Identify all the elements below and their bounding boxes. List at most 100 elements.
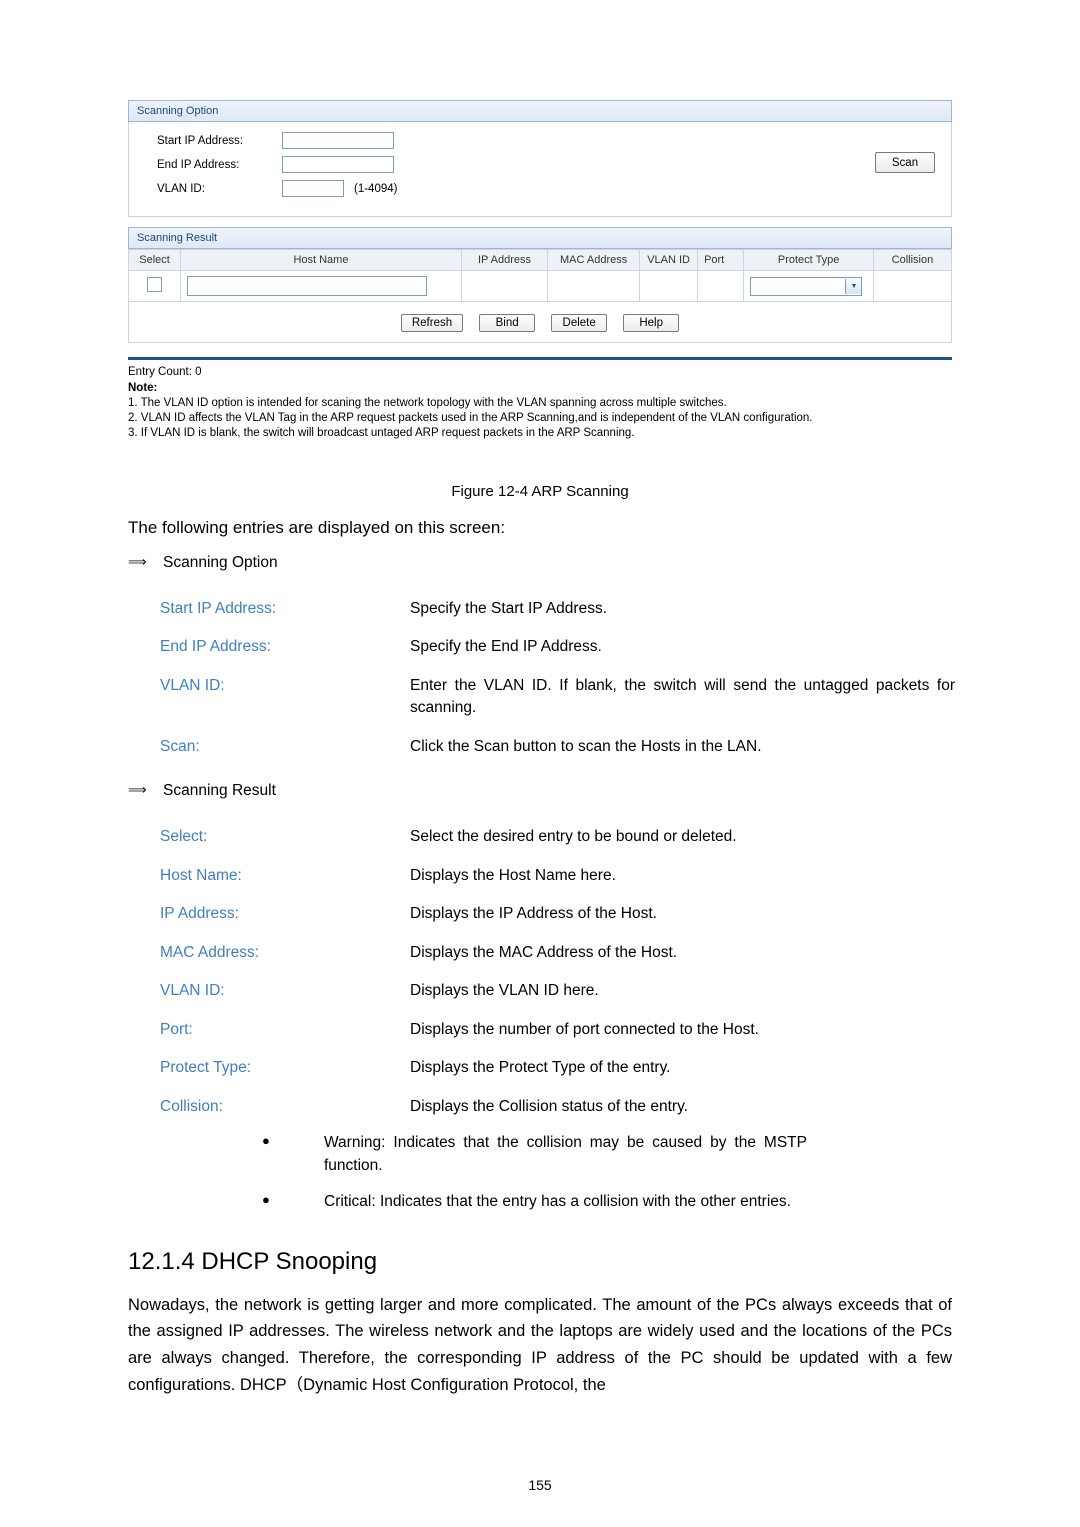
cell-ip-address bbox=[460, 270, 549, 302]
cell-mac-address bbox=[547, 270, 641, 302]
collision-sub-item-warning: ● Warning: Indicates that the collision … bbox=[250, 1132, 1080, 1177]
chevron-down-icon: ▼ bbox=[845, 278, 862, 294]
col-vlan-id: VLAN ID bbox=[639, 249, 699, 271]
scan-button[interactable]: Scan bbox=[875, 152, 935, 173]
def-term-protect-type: Protect Type: bbox=[160, 1059, 252, 1077]
cell-protect-type: ▼ bbox=[743, 270, 874, 302]
def-desc-ip-address: Displays the IP Address of the Host. bbox=[410, 905, 657, 923]
col-protect-type: Protect Type bbox=[743, 249, 874, 271]
note-item-1: 1. The VLAN ID option is intended for sc… bbox=[128, 397, 727, 409]
cell-host-name bbox=[180, 270, 462, 302]
table-row: ▼ bbox=[127, 270, 953, 302]
figure-caption: Figure 12-4 ARP Scanning bbox=[451, 483, 629, 500]
note-item-3: 3. If VLAN ID is blank, the switch will … bbox=[128, 427, 635, 439]
def-vlan-id-2: VLAN ID: Displays the VLAN ID here. bbox=[160, 964, 1080, 1002]
col-mac-address: MAC Address bbox=[547, 249, 641, 271]
note-title: Note: bbox=[128, 382, 158, 394]
page-number: 155 bbox=[528, 1477, 552, 1493]
cell-vlan-id bbox=[639, 270, 699, 302]
def-collision: Collision: Displays the Collision status… bbox=[160, 1080, 1080, 1118]
cell-port bbox=[697, 270, 745, 302]
delete-button[interactable]: Delete bbox=[551, 314, 608, 332]
entry-count: Entry Count: 0 bbox=[128, 366, 202, 378]
row-select-checkbox[interactable] bbox=[147, 277, 163, 292]
end-ip-input[interactable] bbox=[282, 156, 394, 173]
def-desc-protect-type: Displays the Protect Type of the entry. bbox=[410, 1059, 671, 1077]
group-scanning-option: ⟹ Scanning Option bbox=[128, 554, 1080, 572]
scanning-result-panel-title: Scanning Result bbox=[128, 227, 952, 249]
def-start-ip: Start IP Address: Specify the Start IP A… bbox=[160, 582, 1080, 620]
def-term-port: Port: bbox=[160, 1020, 193, 1038]
scanning-option-definitions: Start IP Address: Specify the Start IP A… bbox=[0, 582, 1080, 758]
end-ip-row: End IP Address: bbox=[157, 156, 951, 173]
def-mac-address: MAC Address: Displays the MAC Address of… bbox=[160, 926, 1080, 964]
collision-sub-list: ● Warning: Indicates that the collision … bbox=[250, 1132, 1080, 1213]
def-desc-port: Displays the number of port connected to… bbox=[410, 1020, 759, 1038]
arrow-bullet-icon-2: ⟹ bbox=[128, 782, 147, 798]
def-port: Port: Displays the number of port connec… bbox=[160, 1003, 1080, 1041]
collision-critical-text: Critical: Indicates that the entry has a… bbox=[324, 1193, 791, 1211]
refresh-button[interactable]: Refresh bbox=[400, 314, 464, 332]
start-ip-label: Start IP Address: bbox=[157, 134, 244, 147]
def-term-vlan-id-2: VLAN ID: bbox=[160, 982, 225, 1000]
def-select: Select: Select the desired entry to be b… bbox=[160, 810, 1080, 848]
def-host-name: Host Name: Displays the Host Name here. bbox=[160, 849, 1080, 887]
scanning-option-panel-body: Start IP Address: End IP Address: VLAN I… bbox=[128, 122, 952, 217]
collision-warning-text: Warning: Indicates that the collision ma… bbox=[324, 1134, 807, 1174]
help-button[interactable]: Help bbox=[623, 314, 680, 332]
group-scanning-option-label: Scanning Option bbox=[163, 554, 278, 571]
group-scanning-result-label: Scanning Result bbox=[163, 782, 276, 800]
def-vlan-id: VLAN ID: Enter the VLAN ID. If blank, th… bbox=[160, 659, 1080, 720]
def-desc-vlan-id: Enter the VLAN ID. If blank, the switch … bbox=[410, 676, 955, 717]
scanning-option-panel-title: Scanning Option bbox=[128, 100, 952, 122]
col-ip-address: IP Address bbox=[460, 249, 549, 271]
cell-select bbox=[127, 270, 182, 302]
vlan-id-input[interactable] bbox=[282, 180, 344, 197]
protect-type-select[interactable]: ▼ bbox=[750, 276, 863, 296]
def-desc-vlan-id-2: Displays the VLAN ID here. bbox=[410, 982, 599, 1000]
document-body: Figure 12-4 ARP Scanning The following e… bbox=[0, 465, 1080, 1398]
note-item-2: 2. VLAN ID affects the VLAN Tag in the A… bbox=[128, 412, 813, 424]
col-host-name: Host Name bbox=[180, 249, 462, 271]
def-end-ip: End IP Address: Specify the End IP Addre… bbox=[160, 620, 1080, 658]
cell-collision bbox=[872, 270, 953, 302]
bind-button[interactable]: Bind bbox=[479, 314, 536, 332]
def-term-scan: Scan: bbox=[160, 737, 200, 755]
divider bbox=[128, 357, 952, 360]
col-collision: Collision bbox=[872, 249, 953, 271]
start-ip-row: Start IP Address: bbox=[157, 132, 951, 149]
def-desc-host-name: Displays the Host Name here. bbox=[410, 866, 616, 884]
arrow-bullet-icon: ⟹ bbox=[128, 554, 147, 569]
def-desc-collision: Displays the Collision status of the ent… bbox=[410, 1097, 688, 1115]
group-scanning-result: ⟹ Scanning Result bbox=[128, 782, 1080, 800]
scanning-result-panel: Scanning Result Select Host Name IP Addr… bbox=[127, 227, 953, 343]
def-term-select: Select: bbox=[160, 828, 208, 846]
def-term-collision: Collision: bbox=[160, 1097, 223, 1115]
def-ip-address: IP Address: Displays the IP Address of t… bbox=[160, 887, 1080, 925]
def-protect-type: Protect Type: Displays the Protect Type … bbox=[160, 1041, 1080, 1079]
section-paragraph: Nowadays, the network is getting larger … bbox=[128, 1295, 952, 1394]
section-heading: 12.1.4 DHCP Snooping bbox=[128, 1247, 378, 1275]
def-term-host-name: Host Name: bbox=[160, 866, 242, 884]
def-scan: Scan: Click the Scan button to scan the … bbox=[160, 720, 1080, 758]
table-header-row: Select Host Name IP Address MAC Address … bbox=[127, 249, 953, 271]
collision-sub-item-critical: ● Critical: Indicates that the entry has… bbox=[250, 1191, 1080, 1213]
col-select: Select bbox=[127, 249, 182, 271]
vlan-id-range-hint: (1-4094) bbox=[354, 182, 398, 195]
bullet-dot-icon: ● bbox=[262, 1133, 270, 1149]
host-name-input[interactable] bbox=[187, 276, 428, 296]
def-term-vlan-id: VLAN ID: bbox=[160, 676, 225, 694]
start-ip-input[interactable] bbox=[282, 132, 394, 149]
end-ip-label: End IP Address: bbox=[157, 158, 240, 171]
def-term-mac-address: MAC Address: bbox=[160, 943, 260, 961]
def-term-end-ip: End IP Address: bbox=[160, 638, 271, 656]
scanning-result-table: Select Host Name IP Address MAC Address … bbox=[127, 249, 953, 302]
vlan-id-label: VLAN ID: bbox=[157, 182, 205, 195]
def-desc-select: Select the desired entry to be bound or … bbox=[410, 828, 737, 846]
lead-text: The following entries are displayed on t… bbox=[128, 518, 506, 537]
def-desc-start-ip: Specify the Start IP Address. bbox=[410, 600, 608, 617]
def-desc-mac-address: Displays the MAC Address of the Host. bbox=[410, 943, 678, 961]
def-term-ip-address: IP Address: bbox=[160, 905, 239, 923]
def-desc-end-ip: Specify the End IP Address. bbox=[410, 638, 602, 656]
arp-scanning-screenshot: Scanning Option Start IP Address: End IP… bbox=[127, 100, 953, 439]
